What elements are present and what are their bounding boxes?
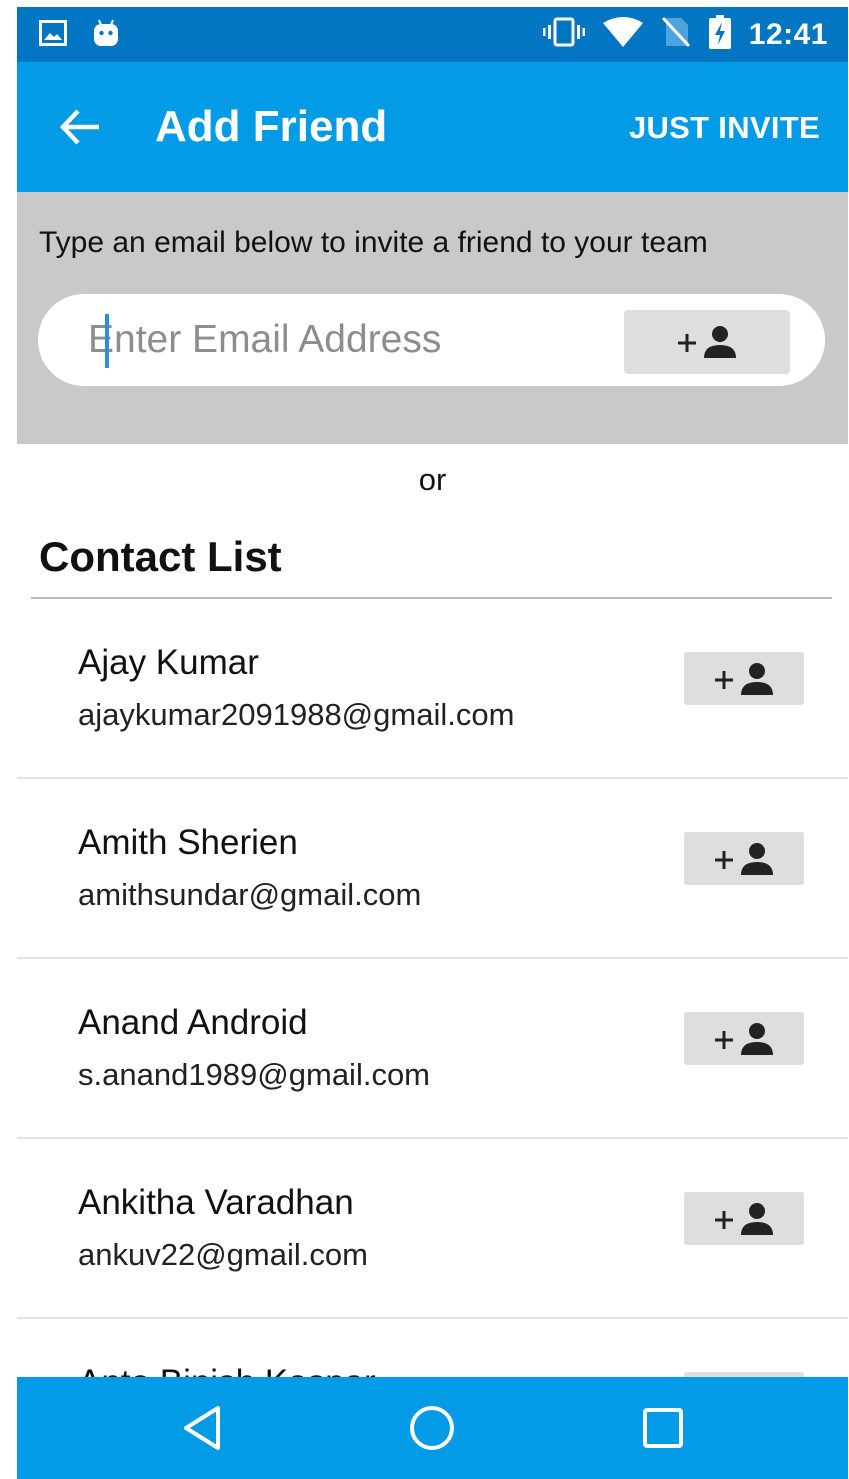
navigation-bar	[17, 1377, 848, 1479]
list-item[interactable]: Anand Android s.anand1989@gmail.com	[17, 959, 848, 1139]
list-item[interactable]: Ankitha Varadhan ankuv22@gmail.com	[17, 1139, 848, 1319]
add-person-icon	[678, 326, 736, 358]
add-contact-button[interactable]	[684, 832, 804, 885]
contact-email: amithsundar@gmail.com	[78, 877, 422, 912]
back-triangle-icon	[184, 1406, 220, 1450]
android-icon	[91, 18, 121, 53]
status-bar: 12:41	[17, 7, 848, 62]
screen: 12:41 Add Friend JUST INVITE Type an ema…	[17, 7, 848, 1479]
contact-name: Anand Android	[78, 1003, 308, 1042]
just-invite-button[interactable]: JUST INVITE	[629, 110, 820, 146]
nav-recents-button[interactable]	[635, 1400, 691, 1456]
app-bar: Add Friend JUST INVITE	[17, 62, 848, 192]
add-person-icon	[715, 662, 773, 695]
add-person-icon	[715, 1022, 773, 1055]
contact-name: Ajay Kumar	[78, 643, 259, 682]
invite-panel: Type an email below to invite a friend t…	[17, 192, 848, 444]
contact-email: ankuv22@gmail.com	[78, 1237, 368, 1272]
arrow-left-icon	[59, 109, 99, 145]
page-title: Add Friend	[155, 102, 388, 151]
status-time: 12:41	[748, 17, 828, 51]
contact-name: Amith Sherien	[78, 823, 298, 862]
add-person-icon	[715, 842, 773, 875]
contact-list: Ajay Kumar ajaykumar2091988@gmail.com Am…	[17, 599, 848, 1479]
add-person-icon	[715, 1202, 773, 1235]
contact-list-heading: Contact List	[39, 533, 282, 580]
list-item[interactable]: Amith Sherien amithsundar@gmail.com	[17, 779, 848, 959]
wifi-icon	[602, 17, 643, 52]
add-contact-button[interactable]	[684, 652, 804, 705]
add-contact-button[interactable]	[684, 1012, 804, 1065]
email-field-container	[38, 294, 825, 386]
no-sim-icon	[661, 16, 691, 53]
text-caret	[105, 314, 109, 368]
contact-name: Ankitha Varadhan	[78, 1183, 354, 1222]
home-circle-icon	[410, 1406, 454, 1450]
add-contact-button[interactable]	[684, 1192, 804, 1245]
image-icon	[39, 20, 67, 51]
recents-square-icon	[643, 1408, 683, 1448]
nav-back-button[interactable]	[174, 1400, 230, 1456]
add-email-button[interactable]	[624, 310, 790, 374]
battery-charging-icon	[708, 15, 731, 54]
invite-instruction: Type an email below to invite a friend t…	[39, 226, 708, 259]
list-item[interactable]: Ajay Kumar ajaykumar2091988@gmail.com	[17, 599, 848, 779]
contact-email: ajaykumar2091988@gmail.com	[78, 697, 515, 732]
vibrate-icon	[542, 17, 585, 52]
email-input[interactable]	[84, 308, 588, 372]
nav-home-button[interactable]	[404, 1400, 460, 1456]
contact-email: s.anand1989@gmail.com	[78, 1057, 431, 1092]
back-button[interactable]	[55, 102, 105, 152]
or-separator: or	[418, 462, 447, 497]
